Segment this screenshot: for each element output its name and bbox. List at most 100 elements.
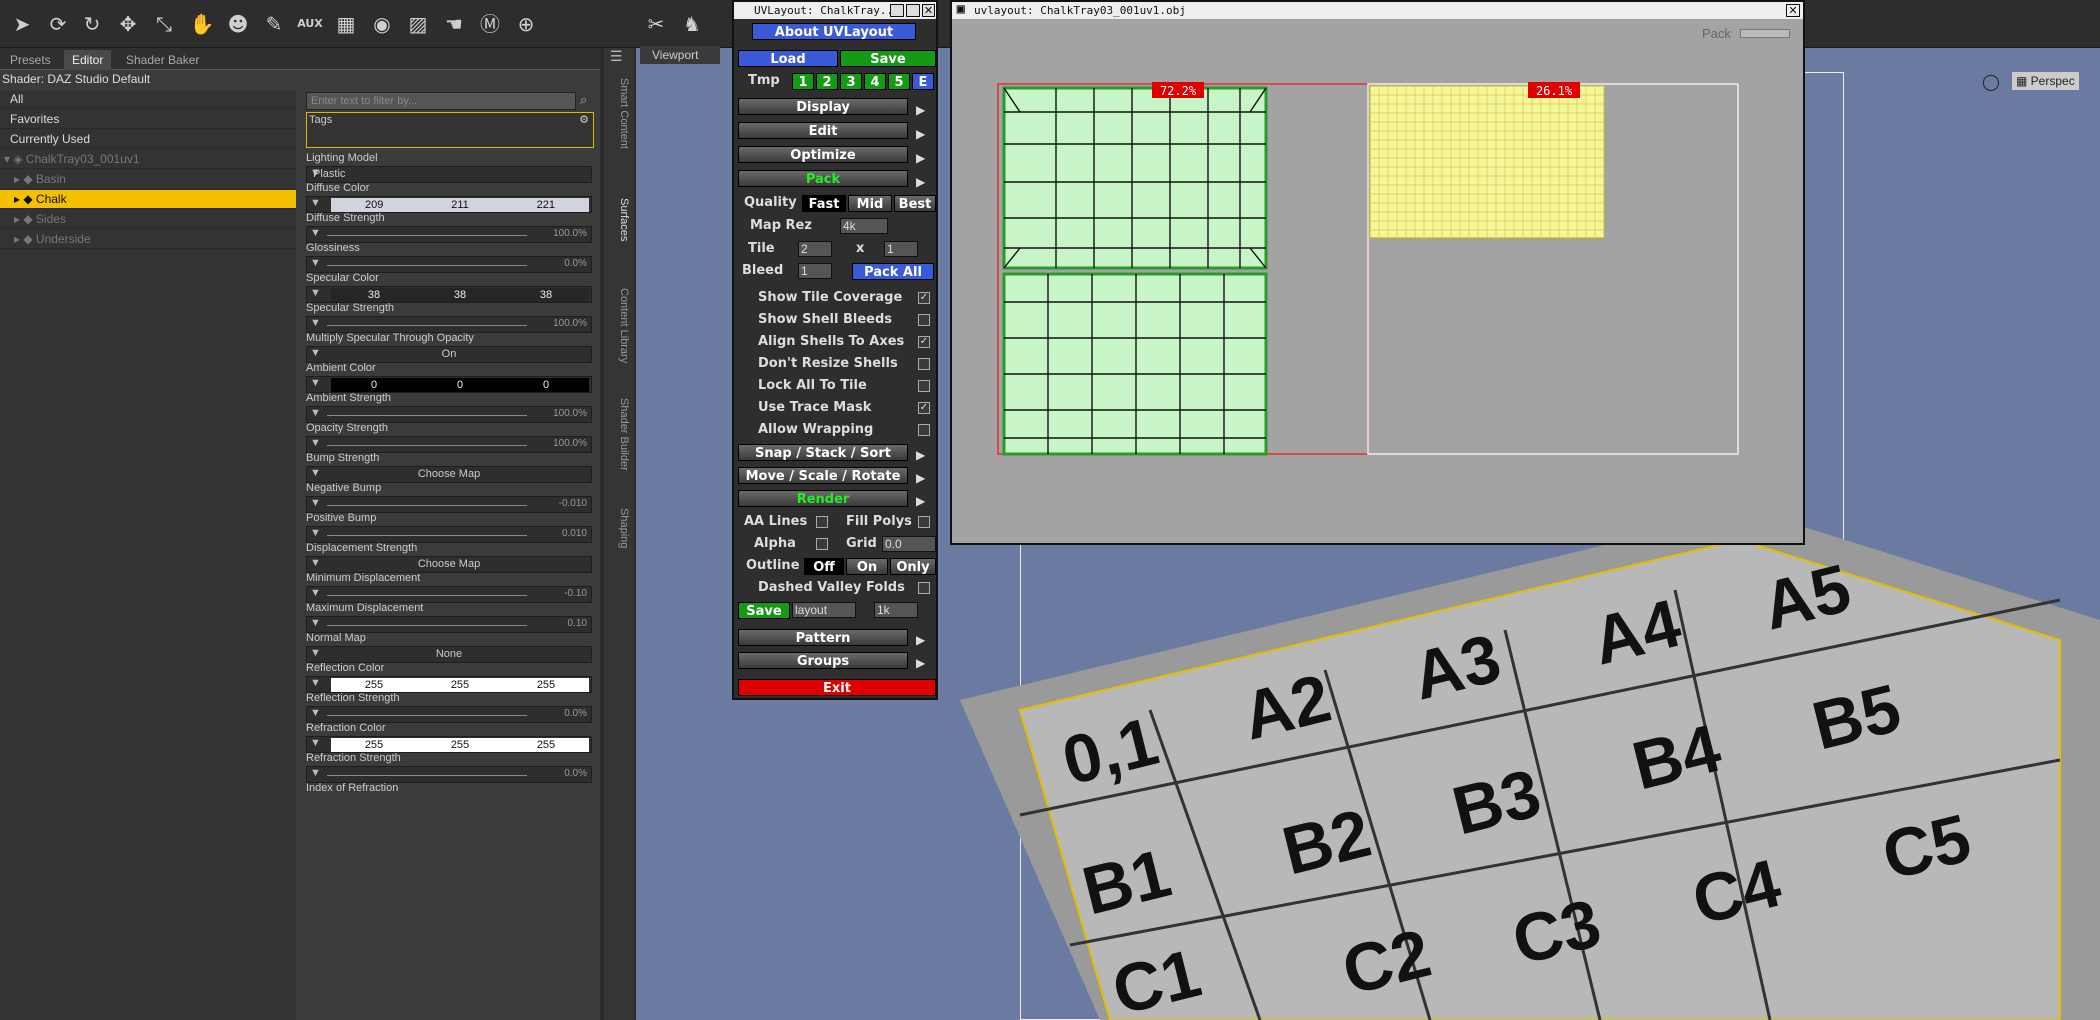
menu-edit[interactable]: Edit	[738, 122, 908, 139]
menu-pattern[interactable]: Pattern	[738, 629, 908, 646]
expand-arrow-icon[interactable]: ▼	[310, 497, 321, 509]
minimize-button[interactable]	[890, 4, 904, 17]
expand-arrow-icon[interactable]: ▼	[310, 527, 321, 539]
bleed-field[interactable]: 1	[798, 263, 832, 279]
tree-root[interactable]: ▾ ◈ ChalkTray03_001uv1	[0, 150, 296, 169]
property-slider[interactable]: ▼ 100.0%	[306, 316, 592, 333]
figure-icon[interactable]: ☻	[222, 8, 254, 40]
close-button[interactable]: ✕	[922, 4, 935, 17]
aa-lines-checkbox[interactable]	[816, 516, 828, 528]
viewport-tab[interactable]: Viewport	[640, 46, 720, 64]
save-name-field[interactable]: layout	[792, 602, 856, 618]
property-slider[interactable]: ▼ 0.0%	[306, 766, 592, 783]
expand-arrow-icon[interactable]: ▼	[310, 317, 321, 329]
property-color[interactable]: ▼ 255 255 255	[306, 676, 592, 693]
tree-item-chalk[interactable]: ▸ ◆ Chalk	[0, 190, 296, 209]
property-map[interactable]: ▼ Choose Map	[306, 466, 592, 483]
filter-all[interactable]: All	[0, 90, 296, 109]
menu-render[interactable]: Render	[738, 490, 908, 507]
property-color[interactable]: ▼ 38 38 38	[306, 286, 592, 303]
tmp-slot-1[interactable]: 1	[792, 73, 814, 90]
slider-track[interactable]	[327, 535, 527, 536]
outline-off[interactable]: Off	[804, 558, 844, 575]
option-checkbox[interactable]: ✓	[918, 336, 930, 348]
aux-icon[interactable]: AUX	[294, 8, 326, 40]
camera-selector[interactable]: ▦ Perspec	[2012, 72, 2079, 90]
tmp-slot-4[interactable]: 4	[864, 73, 886, 90]
expand-arrow-icon[interactable]: ▼	[310, 437, 321, 449]
tab-surfaces[interactable]: Surfaces	[608, 198, 630, 241]
scale-icon[interactable]: ⤡	[148, 8, 180, 40]
tile-x-field[interactable]: 2	[798, 241, 832, 257]
property-color[interactable]: ▼ 209 211 221	[306, 196, 592, 213]
tags-box[interactable]: Tags ⚙	[306, 112, 594, 148]
tab-presets[interactable]: Presets	[2, 50, 59, 70]
alpha-checkbox[interactable]	[816, 538, 828, 550]
uv-close-button[interactable]: ✕	[1786, 4, 1800, 17]
slider-track[interactable]	[327, 715, 527, 716]
expand-arrow-icon[interactable]: ▼	[310, 287, 321, 299]
color-values[interactable]: 255 255 255	[331, 678, 589, 692]
map-rez-field[interactable]: 4k	[840, 218, 888, 234]
uv-canvas[interactable]: 72.2% 26.1%	[996, 82, 1756, 462]
expand-arrow-icon[interactable]: ▼	[310, 707, 321, 719]
active-pose-icon[interactable]: ✋	[186, 8, 218, 40]
quality-fast[interactable]: Fast	[802, 195, 846, 212]
option-checkbox[interactable]	[918, 358, 930, 370]
option-checkbox[interactable]	[918, 424, 930, 436]
tab-shader-baker[interactable]: Shader Baker	[118, 50, 207, 70]
outline-on[interactable]: On	[846, 558, 888, 575]
tab-content-library[interactable]: Content Library	[608, 288, 630, 363]
tab-editor[interactable]: Editor	[64, 50, 112, 70]
option-checkbox[interactable]	[918, 314, 930, 326]
figure-pose-icon[interactable]: ♞	[676, 8, 708, 40]
tree-item-underside[interactable]: ▸ ◆ Underside	[0, 230, 296, 249]
menu-snap-stack-sort[interactable]: Snap / Stack / Sort	[738, 444, 908, 461]
dashed-valley-checkbox[interactable]	[918, 582, 930, 594]
maximize-button[interactable]	[906, 4, 920, 17]
property-toggle[interactable]: ▼ On	[306, 346, 592, 363]
expand-arrow-icon[interactable]: ▼	[310, 617, 321, 629]
property-slider[interactable]: ▼ -0.010	[306, 496, 592, 513]
menu-display[interactable]: Display	[738, 98, 908, 115]
property-dropdown[interactable]: ▼ Plastic	[306, 166, 592, 183]
pack-all-button[interactable]: Pack All	[852, 263, 934, 280]
property-map[interactable]: ▼ None	[306, 646, 592, 663]
tree-item-sides[interactable]: ▸ ◆ Sides	[0, 210, 296, 229]
menu-optimize[interactable]: Optimize	[738, 146, 908, 163]
expand-arrow-icon[interactable]: ▼	[310, 407, 321, 419]
filter-currently-used[interactable]: Currently Used	[0, 130, 296, 149]
slider-track[interactable]	[327, 445, 527, 446]
geometry-edit-icon[interactable]: ▦	[330, 8, 362, 40]
expand-arrow-icon[interactable]: ▼	[310, 257, 321, 269]
move-icon[interactable]: ✥	[112, 8, 144, 40]
expand-arrow-icon[interactable]: ▼	[310, 197, 321, 209]
slider-track[interactable]	[327, 625, 527, 626]
tab-shader-builder[interactable]: Shader Builder	[608, 398, 630, 471]
tmp-slot-e[interactable]: E	[912, 73, 934, 90]
property-slider[interactable]: ▼ 0.0%	[306, 706, 592, 723]
color-values[interactable]: 0 0 0	[331, 378, 589, 392]
color-values[interactable]: 38 38 38	[331, 288, 589, 302]
quality-best[interactable]: Best	[894, 195, 936, 212]
expand-arrow-icon[interactable]: ▼	[310, 767, 321, 779]
slider-track[interactable]	[327, 415, 527, 416]
option-checkbox[interactable]: ✓	[918, 292, 930, 304]
color-values[interactable]: 209 211 221	[331, 198, 589, 212]
search-icon[interactable]: ⌕	[580, 92, 594, 110]
rotate-icon[interactable]: ↻	[76, 8, 108, 40]
tag-settings-icon[interactable]: ⚙	[579, 113, 589, 126]
property-color[interactable]: ▼ 255 255 255	[306, 736, 592, 753]
render-icon[interactable]: ◉	[366, 8, 398, 40]
expand-arrow-icon[interactable]: ▼	[310, 377, 321, 389]
universal-icon[interactable]: ⊕	[510, 8, 542, 40]
slider-track[interactable]	[327, 265, 527, 266]
arrow-select-icon[interactable]: ➤	[6, 8, 38, 40]
outline-only[interactable]: Only	[890, 558, 936, 575]
node-weight-icon[interactable]: ▨	[402, 8, 434, 40]
tmp-slot-5[interactable]: 5	[888, 73, 910, 90]
orbit-icon[interactable]: ⟳	[42, 8, 74, 40]
property-slider[interactable]: ▼ 0.10	[306, 616, 592, 633]
menu-pack[interactable]: Pack	[738, 170, 908, 187]
slider-track[interactable]	[327, 775, 527, 776]
